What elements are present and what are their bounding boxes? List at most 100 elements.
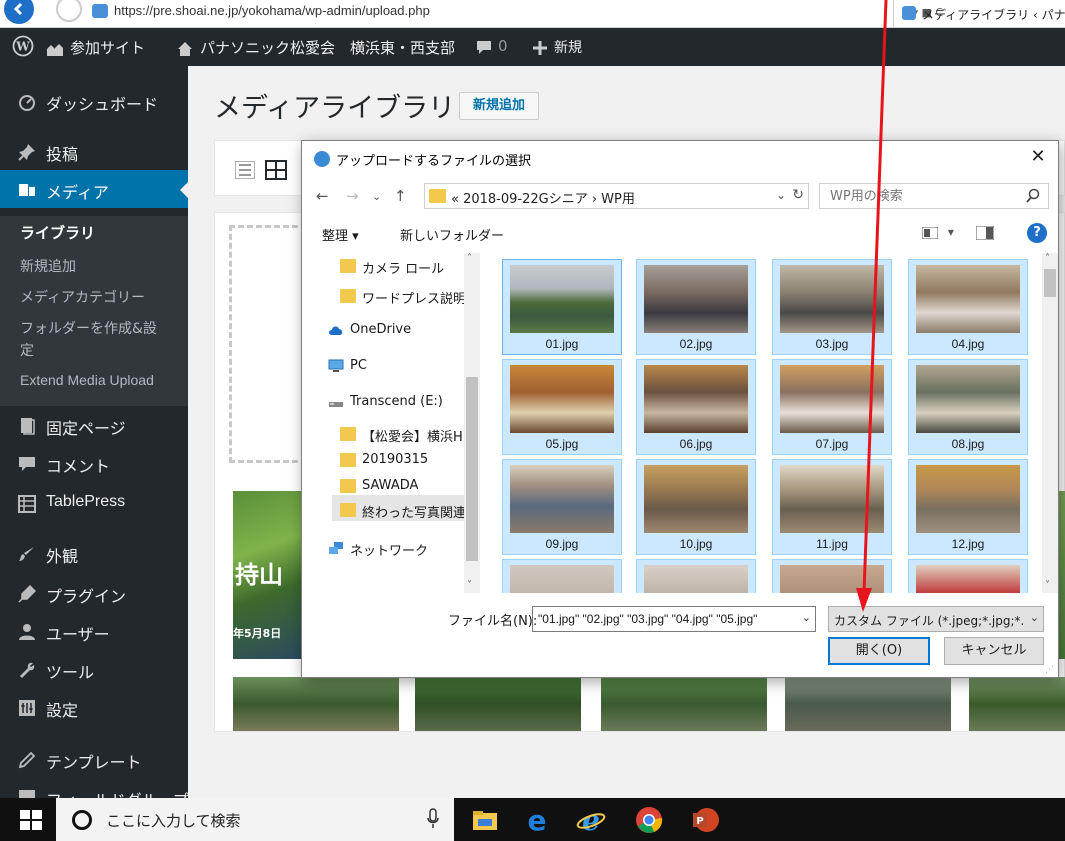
search-icon[interactable] — [1026, 188, 1040, 204]
menu-plugins[interactable]: プラグイン — [0, 574, 188, 612]
search-input[interactable] — [820, 184, 1020, 208]
file-item[interactable]: 08.jpg — [908, 359, 1028, 455]
file-item[interactable]: 06.jpg — [636, 359, 756, 455]
file-item[interactable] — [772, 559, 892, 593]
scroll-down-icon[interactable]: ˅ — [1045, 580, 1050, 591]
file-item[interactable]: 12.jpg — [908, 459, 1028, 555]
file-thumbnail — [644, 265, 748, 333]
forward-button[interactable] — [56, 0, 82, 22]
submenu-media-categories[interactable]: メディアカテゴリー — [20, 287, 145, 307]
menu-media[interactable]: メディア — [0, 170, 188, 208]
menu-users[interactable]: ユーザー — [0, 612, 188, 650]
add-new-button[interactable]: 新規追加 — [459, 92, 539, 120]
media-thumbnail[interactable]: 持山 年5月8日 — [233, 491, 303, 659]
file-item[interactable] — [908, 559, 1028, 593]
resize-grip-icon[interactable]: ⋰ — [1045, 665, 1054, 675]
file-item[interactable] — [502, 559, 622, 593]
file-item[interactable]: 09.jpg — [502, 459, 622, 555]
refresh-icon[interactable]: ↻ — [792, 187, 804, 203]
filename-combobox[interactable]: ⌄ — [532, 606, 816, 632]
preview-pane-icon[interactable] — [975, 225, 995, 240]
back-arrow-icon[interactable]: ← — [316, 187, 329, 205]
dialog-nav-row: ← → ⌄ ↑ « 2018-09-22Gシニア › WP用 ⌄ ↻ — [302, 179, 1060, 215]
taskbar-search[interactable]: ここに入力して検索 — [56, 798, 454, 841]
help-icon[interactable]: ? — [1027, 223, 1047, 243]
chevron-down-icon[interactable]: ⌄ — [776, 188, 786, 202]
file-item[interactable]: 11.jpg — [772, 459, 892, 555]
file-item[interactable]: 04.jpg — [908, 259, 1028, 355]
submenu-folders[interactable]: フォルダーを作成&設 — [20, 318, 157, 338]
media-thumbnail[interactable] — [415, 677, 581, 731]
filename-input[interactable] — [533, 607, 795, 631]
internet-explorer-icon[interactable]: e — [576, 805, 606, 835]
windows-start-icon[interactable] — [20, 810, 42, 830]
chevron-down-icon[interactable]: ⌄ — [802, 611, 811, 624]
grid-view-icon[interactable] — [265, 160, 287, 180]
media-thumbnail[interactable] — [785, 677, 951, 731]
file-item[interactable]: 07.jpg — [772, 359, 892, 455]
list-view-icon[interactable] — [235, 161, 255, 179]
file-explorer-icon[interactable] — [470, 805, 500, 835]
scroll-up-icon[interactable]: ˄ — [467, 253, 472, 264]
menu-settings[interactable]: 設定 — [0, 688, 188, 726]
media-thumbnail[interactable] — [601, 677, 767, 731]
scroll-up-icon[interactable]: ˄ — [1045, 253, 1050, 264]
scroll-thumb[interactable] — [466, 377, 478, 561]
file-type-select[interactable]: カスタム ファイル (*.jpeg;*.jpg;*.jpe ⌄ — [828, 606, 1044, 632]
nav-scrollbar[interactable]: ˄ ˅ — [464, 253, 480, 593]
submenu-add-new[interactable]: 新規追加 — [20, 256, 76, 276]
browser-tab[interactable]: メディアライブラリ ‹ パナソニッ — [893, 0, 1065, 28]
submenu-library[interactable]: ライブラリ — [20, 222, 95, 243]
powerpoint-icon[interactable]: P — [690, 805, 720, 835]
media-thumbnail[interactable] — [969, 677, 1065, 731]
organize-menu[interactable]: 整理 ▾ — [322, 225, 359, 244]
file-thumbnail — [916, 565, 1020, 593]
edge-icon[interactable]: e — [522, 805, 552, 835]
open-button[interactable]: 開く(O) — [828, 637, 930, 665]
chevron-down-icon[interactable]: ⌄ — [1030, 611, 1039, 624]
close-button[interactable]: ✕ — [1024, 145, 1052, 169]
forward-arrow-icon[interactable]: → — [346, 187, 359, 205]
back-button[interactable] — [4, 0, 34, 24]
tree-label: Transcend (E:) — [350, 394, 443, 409]
up-arrow-icon[interactable]: ↑ — [394, 187, 407, 205]
url-field[interactable]: https://pre.shoai.ne.jp/yokohama/wp-admi… — [90, 2, 943, 22]
recent-locations-icon[interactable]: ⌄ — [372, 190, 381, 203]
menu-tablepress[interactable]: TablePress — [0, 484, 188, 522]
comments-menu[interactable]: 0 — [476, 37, 508, 55]
file-item[interactable]: 01.jpg — [502, 259, 622, 355]
folder-icon — [340, 427, 356, 441]
scroll-down-icon[interactable]: ˅ — [467, 580, 472, 591]
my-sites-menu[interactable]: 参加サイト — [46, 37, 145, 58]
menu-posts[interactable]: 投稿 — [0, 132, 188, 170]
file-name: 09.jpg — [545, 537, 579, 551]
new-folder-button[interactable]: 新しいフォルダー — [400, 225, 504, 244]
wordpress-logo-icon[interactable]: W — [12, 35, 34, 61]
file-item[interactable]: 03.jpg — [772, 259, 892, 355]
media-thumbnail[interactable] — [233, 677, 399, 731]
menu-dashboard[interactable]: ダッシュボード — [0, 82, 188, 120]
cancel-button[interactable]: キャンセル — [944, 637, 1044, 665]
file-item[interactable] — [636, 559, 756, 593]
breadcrumb[interactable]: « 2018-09-22Gシニア › WP用 ⌄ ↻ — [424, 183, 809, 209]
microphone-icon[interactable] — [426, 808, 440, 830]
brush-icon — [19, 547, 34, 561]
chrome-icon[interactable] — [634, 805, 664, 835]
file-item[interactable]: 02.jpg — [636, 259, 756, 355]
view-options[interactable]: ▾ — [921, 225, 995, 240]
menu-templates[interactable]: テンプレート — [0, 740, 188, 778]
menu-tools[interactable]: ツール — [0, 650, 188, 688]
menu-pages[interactable]: 固定ページ — [0, 406, 188, 444]
menu-appearance[interactable]: 外観 — [0, 534, 188, 572]
file-name: 03.jpg — [815, 337, 849, 351]
site-name-menu[interactable]: パナソニック松愛会 横浜東・西支部 — [176, 37, 455, 58]
file-scrollbar[interactable]: ˄ ˅ — [1042, 253, 1058, 593]
submenu-extend-media-upload[interactable]: Extend Media Upload — [20, 372, 154, 388]
menu-comments[interactable]: コメント — [0, 444, 188, 482]
file-item[interactable]: 05.jpg — [502, 359, 622, 455]
scroll-thumb[interactable] — [1044, 269, 1056, 297]
new-content-menu[interactable]: 新規 — [532, 37, 582, 57]
search-field[interactable] — [819, 183, 1049, 209]
file-item[interactable]: 10.jpg — [636, 459, 756, 555]
menu-field-groups[interactable]: フィールドグループ — [0, 778, 188, 798]
